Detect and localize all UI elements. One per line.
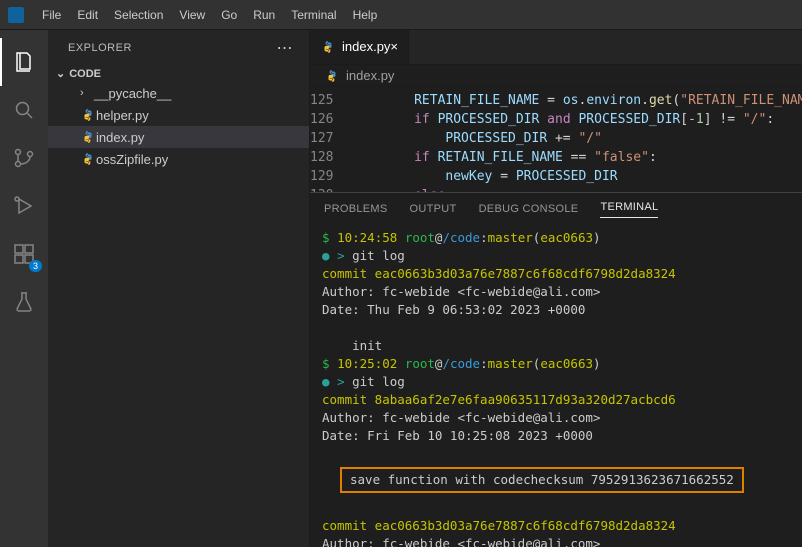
activity-search[interactable] [0,86,48,134]
panel-tab-terminal[interactable]: TERMINAL [600,201,658,218]
code-editor[interactable]: 125 126 127 128 129 130 RETAIN_FILE_NAME… [310,87,802,192]
branch-icon [12,146,36,170]
tree-label: ossZipfile.py [96,152,168,167]
activity-testing[interactable] [0,278,48,326]
python-icon [80,108,96,122]
python-icon [80,130,96,144]
menu-edit[interactable]: Edit [69,0,106,29]
panel: PROBLEMS OUTPUT DEBUG CONSOLE TERMINAL $… [310,192,802,547]
menu-go[interactable]: Go [213,0,245,29]
menu-file[interactable]: File [34,0,69,29]
file-osszipfile-py[interactable]: ossZipfile.py [48,148,309,170]
activity-scm[interactable] [0,134,48,182]
explorer-more-icon[interactable]: ⋯ [277,38,294,58]
close-icon[interactable]: × [390,39,398,54]
commit-line: commit 8abaa6af2e7e6faa90635117d93a320d2… [322,392,676,407]
panel-tab-output[interactable]: OUTPUT [410,203,457,215]
flask-icon [12,290,36,314]
menu-run[interactable]: Run [245,0,283,29]
panel-tabs: PROBLEMS OUTPUT DEBUG CONSOLE TERMINAL [310,193,802,225]
chevron-right-icon: › [80,87,94,99]
line-gutter: 125 126 127 128 129 130 [310,87,351,192]
activity-bar: 3 [0,30,48,547]
explorer-title: EXPLORER [68,42,132,54]
commit-line: commit eac0663b3d03a76e7887c6f68cdf6798d… [322,518,676,533]
tree-label: __pycache__ [94,86,171,101]
terminal[interactable]: $ 10:24:58 root@/code:master(eac0663) ● … [310,225,802,547]
tab-label: index.py [342,39,390,54]
breadcrumb-label: index.py [346,68,394,83]
menu-selection[interactable]: Selection [106,0,171,29]
chevron-down-icon: ⌄ [56,67,65,80]
menu-view[interactable]: View [171,0,213,29]
debug-icon [12,194,36,218]
breadcrumb[interactable]: index.py [310,65,802,87]
tab-index-py[interactable]: index.py × [310,30,409,64]
editor-tabs: index.py × [310,30,802,65]
explorer-header: EXPLORER ⋯ [48,30,309,65]
panel-tab-problems[interactable]: PROBLEMS [324,203,388,215]
search-icon [12,98,36,122]
explorer-sidebar: EXPLORER ⋯ ⌄ CODE › __pycache__ helper.p… [48,30,310,547]
highlighted-commit-msg: save function with codechecksum 79529136… [340,467,744,493]
panel-tab-debug[interactable]: DEBUG CONSOLE [479,203,579,215]
tree-label: helper.py [96,108,149,123]
app-logo [8,7,24,23]
file-helper-py[interactable]: helper.py [48,104,309,126]
file-index-py[interactable]: index.py [48,126,309,148]
explorer-root[interactable]: ⌄ CODE [48,65,309,82]
titlebar: File Edit Selection View Go Run Terminal… [0,0,802,30]
python-icon [80,152,96,166]
activity-debug[interactable] [0,182,48,230]
activity-extensions[interactable]: 3 [0,230,48,278]
tree-label: index.py [96,130,144,145]
python-icon [324,69,340,83]
menu-terminal[interactable]: Terminal [283,0,344,29]
extensions-badge: 3 [29,260,42,272]
explorer-root-label: CODE [69,68,101,80]
commit-line: commit eac0663b3d03a76e7887c6f68cdf6798d… [322,266,676,281]
python-icon [320,40,336,54]
menu-help[interactable]: Help [345,0,386,29]
activity-explorer[interactable] [0,38,48,86]
editor-area: index.py × index.py 125 126 127 128 129 … [310,30,802,547]
code-lines: RETAIN_FILE_NAME = os.environ.get("RETAI… [351,87,802,192]
files-icon [12,50,36,74]
folder-pycache[interactable]: › __pycache__ [48,82,309,104]
